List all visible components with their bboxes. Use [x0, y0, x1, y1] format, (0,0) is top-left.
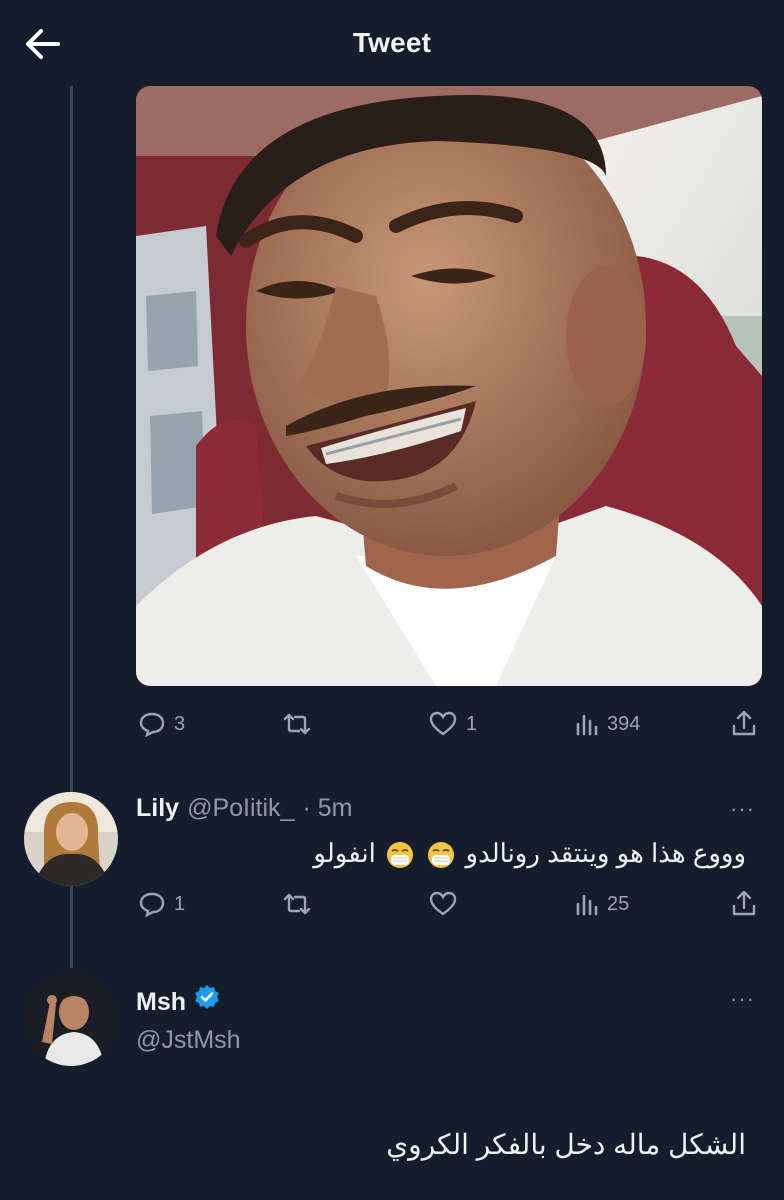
reply-count: 3 [174, 712, 186, 735]
reply-button[interactable]: 1 [138, 890, 185, 918]
mask-face-emoji [387, 842, 414, 869]
user-handle[interactable]: @PoIitik_ [187, 794, 294, 823]
reply1-text: وووع هذا هو وينتقد رونالدو انفولو [313, 838, 746, 869]
reply-count: 1 [174, 892, 186, 915]
reply-bubble-icon [139, 892, 165, 918]
retweet-icon [283, 713, 311, 735]
reply-button[interactable]: 3 [138, 710, 185, 738]
back-button[interactable] [22, 24, 62, 64]
retweet-button[interactable] [282, 710, 312, 738]
back-arrow-icon [26, 29, 60, 59]
views-bar-chart-icon [576, 714, 598, 736]
like-count: 1 [466, 712, 478, 735]
reply2-text: الشكل ماله دخل بالفكر الكروي [386, 1129, 746, 1160]
views-count: 25 [607, 892, 630, 915]
reply-text-part1: وووع هذا هو وينتقد رونالدو [465, 838, 746, 868]
page-title: Tweet [352, 27, 432, 58]
timestamp: · 5m [302, 794, 353, 822]
reply-text-part2: انفولو [313, 838, 376, 868]
share-button[interactable] [730, 708, 758, 738]
verified-badge-icon [195, 985, 219, 1009]
reply2-handle-row: @JstMsh [136, 1026, 241, 1055]
reply2-header: Msh [136, 984, 220, 1017]
reply-bubble-icon [139, 712, 165, 738]
selfie-image [136, 86, 762, 686]
avatar-lily[interactable] [24, 792, 118, 886]
heart-icon [429, 891, 457, 916]
like-button[interactable] [428, 890, 458, 918]
views-button[interactable]: 394 [573, 710, 640, 738]
views-bar-chart-icon [576, 894, 598, 916]
retweet-icon [283, 893, 311, 915]
reply1-header: Lily @PoIitik_ · 5m [136, 794, 352, 823]
like-button[interactable]: 1 [428, 710, 477, 738]
mask-face-emoji [428, 842, 455, 869]
avatar-image [24, 972, 118, 1066]
share-button[interactable] [730, 888, 758, 918]
more-options-button[interactable]: ··· [730, 986, 755, 1012]
more-options-button[interactable]: ··· [730, 796, 755, 822]
retweet-button[interactable] [282, 890, 312, 918]
avatar-image [24, 792, 118, 886]
top-bar: Tweet [0, 0, 784, 86]
share-upload-icon [732, 890, 756, 916]
avatar-msh[interactable] [24, 972, 118, 1066]
display-name[interactable]: Msh [136, 988, 186, 1017]
tweet-photo[interactable] [136, 86, 762, 686]
heart-icon [429, 711, 457, 736]
views-count: 394 [607, 712, 641, 735]
display-name[interactable]: Lily [136, 794, 179, 823]
views-button[interactable]: 25 [573, 890, 629, 918]
share-upload-icon [732, 710, 756, 736]
user-handle[interactable]: @JstMsh [136, 1026, 241, 1055]
